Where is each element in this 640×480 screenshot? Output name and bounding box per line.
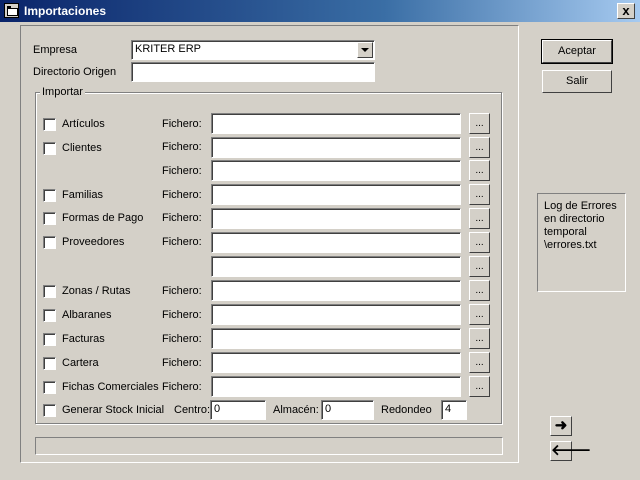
- checkbox-fichas-comerciales[interactable]: [43, 381, 56, 394]
- browse-button-fichas-comerciales[interactable]: ...: [469, 376, 490, 397]
- empresa-label: Empresa: [33, 44, 78, 56]
- almacen-label: Almacén:: [273, 404, 319, 416]
- centro-input[interactable]: 0: [210, 400, 266, 420]
- label-zonas-rutas: Zonas / Rutas: [62, 285, 131, 297]
- fichero-input-clientes[interactable]: [211, 137, 461, 158]
- browse-button-proveedores-2[interactable]: ...: [469, 256, 490, 277]
- fichero-input-proveedores-2[interactable]: [211, 256, 461, 277]
- label-formas-de-pago: Formas de Pago: [62, 212, 144, 224]
- label-facturas: Facturas: [62, 333, 105, 345]
- checkbox-familias[interactable]: [43, 189, 56, 202]
- directorio-label: Directorio Origen: [33, 66, 117, 78]
- salir-label: Salir: [565, 75, 588, 87]
- label-proveedores: Proveedores: [62, 236, 125, 248]
- label-familias: Familias: [62, 189, 103, 201]
- browse-button-facturas[interactable]: ...: [469, 328, 490, 349]
- checkbox-albaranes[interactable]: [43, 309, 56, 322]
- label-cartera: Cartera: [62, 357, 99, 369]
- label-fichas-comerciales: Fichas Comerciales: [62, 381, 159, 393]
- log-errores-box: Log de Errores en directorio temporal \e…: [537, 193, 626, 292]
- fichero-label: Fichero:: [162, 333, 202, 345]
- fichero-input-proveedores[interactable]: [211, 232, 461, 253]
- browse-button-proveedores[interactable]: ...: [469, 232, 490, 253]
- checkbox-clientes[interactable]: [43, 142, 56, 155]
- arrow-right-icon[interactable]: ➜: [550, 416, 572, 436]
- fichero-input-familias[interactable]: [211, 184, 461, 205]
- fichero-input-zonas-rutas[interactable]: [211, 280, 461, 301]
- browse-button-zonas-rutas[interactable]: ...: [469, 280, 490, 301]
- checkbox-zonas-rutas[interactable]: [43, 285, 56, 298]
- fichero-label: Fichero:: [162, 285, 202, 297]
- checkbox-cartera[interactable]: [43, 357, 56, 370]
- window-icon: [4, 3, 19, 18]
- browse-button-albaranes[interactable]: ...: [469, 304, 490, 325]
- fichero-input-formas-de-pago[interactable]: [211, 208, 461, 229]
- checkbox-articulos[interactable]: [43, 118, 56, 131]
- browse-button-familias[interactable]: ...: [469, 184, 490, 205]
- fichero-label: Fichero:: [162, 309, 202, 321]
- fichero-input-articulos[interactable]: [211, 113, 461, 134]
- browse-button-articulos[interactable]: ...: [469, 113, 490, 134]
- label-generar-stock: Generar Stock Inicial: [62, 404, 165, 416]
- fichero-input-cartera[interactable]: [211, 352, 461, 373]
- checkbox-facturas[interactable]: [43, 333, 56, 346]
- almacen-input[interactable]: 0: [321, 400, 374, 420]
- salir-button[interactable]: Salir: [542, 70, 612, 93]
- directorio-input[interactable]: [131, 62, 375, 82]
- label-articulos: Artículos: [62, 118, 105, 130]
- fichero-input-clientes-2[interactable]: [211, 160, 461, 181]
- arrow-left-icon[interactable]: 🡐: [550, 441, 591, 461]
- fichero-input-albaranes[interactable]: [211, 304, 461, 325]
- close-button[interactable]: x: [617, 3, 635, 19]
- fichero-label: Fichero:: [162, 141, 202, 153]
- fichero-label: Fichero:: [162, 118, 202, 130]
- fichero-label: Fichero:: [162, 212, 202, 224]
- empresa-value: KRITER ERP: [135, 43, 202, 55]
- aceptar-button[interactable]: Aceptar: [541, 39, 613, 64]
- centro-label: Centro:: [174, 404, 211, 416]
- redondeo-input[interactable]: 4: [441, 400, 467, 420]
- empresa-select[interactable]: KRITER ERP: [131, 40, 375, 60]
- checkbox-generar-stock[interactable]: [43, 404, 56, 417]
- browse-button-clientes-2[interactable]: ...: [469, 160, 490, 181]
- fichero-input-facturas[interactable]: [211, 328, 461, 349]
- importar-group-label: Importar: [40, 86, 85, 98]
- browse-button-clientes[interactable]: ...: [469, 137, 490, 158]
- chevron-down-icon[interactable]: [357, 42, 373, 58]
- progress-bar: [35, 437, 503, 455]
- fichero-label: Fichero:: [162, 189, 202, 201]
- label-albaranes: Albaranes: [62, 309, 112, 321]
- log-errores-text: Log de Errores en directorio temporal \e…: [544, 200, 617, 251]
- aceptar-label: Aceptar: [558, 45, 596, 57]
- checkbox-proveedores[interactable]: [43, 236, 56, 249]
- label-clientes: Clientes: [62, 142, 102, 154]
- browse-button-formas-de-pago[interactable]: ...: [469, 208, 490, 229]
- fichero-label: Fichero:: [162, 381, 202, 393]
- fichero-label: Fichero:: [162, 357, 202, 369]
- fichero-label: Fichero:: [162, 165, 202, 177]
- fichero-input-fichas-comerciales[interactable]: [211, 376, 461, 397]
- redondeo-label: Redondeo: [381, 404, 432, 416]
- browse-button-cartera[interactable]: ...: [469, 352, 490, 373]
- checkbox-formas-de-pago[interactable]: [43, 212, 56, 225]
- window-title: Importaciones: [24, 4, 107, 18]
- fichero-label: Fichero:: [162, 236, 202, 248]
